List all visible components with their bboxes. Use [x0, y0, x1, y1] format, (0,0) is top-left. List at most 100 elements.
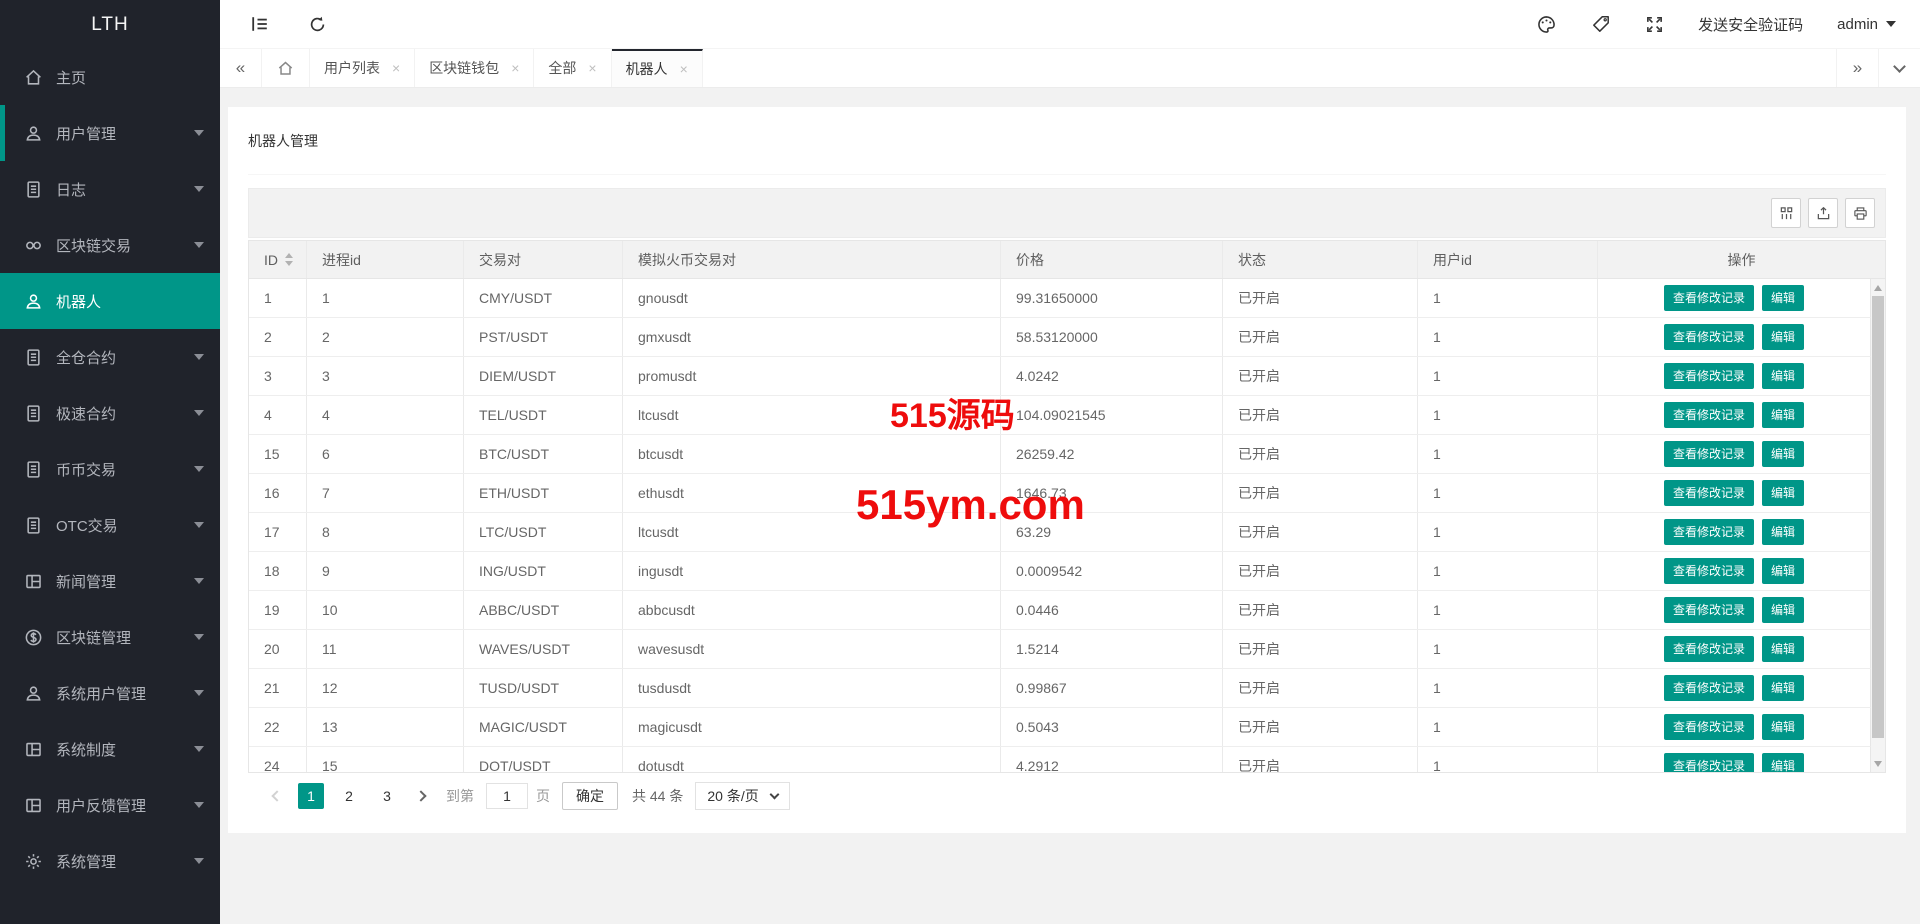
page-size-select[interactable]: 20 条/页: [695, 782, 789, 810]
sidebar-item-系统用户管理[interactable]: 系统用户管理: [0, 665, 220, 721]
sidebar-item-OTC交易[interactable]: OTC交易: [0, 497, 220, 553]
vertical-scrollbar[interactable]: [1871, 279, 1885, 772]
table-row: 2 2 PST/USDT gmxusdt 58.53120000 已开启 1 查…: [249, 318, 1871, 357]
main-column: 发送安全验证码 admin « 用户列表 × 区块链钱包 × 全部 × 机器人 …: [220, 0, 1920, 924]
tab-用户列表[interactable]: 用户列表 ×: [310, 49, 415, 87]
goto-page-input[interactable]: [486, 783, 528, 809]
page-button-2[interactable]: 2: [336, 783, 362, 809]
tabs-scroll-right-button[interactable]: »: [1836, 49, 1878, 87]
tabs-menu-button[interactable]: [1878, 49, 1920, 87]
sidebar-item-区块链管理[interactable]: 区块链管理: [0, 609, 220, 665]
edit-button[interactable]: 编辑: [1762, 441, 1804, 467]
fullscreen-icon[interactable]: [1645, 15, 1664, 34]
edit-button[interactable]: 编辑: [1762, 753, 1804, 772]
sidebar-item-机器人[interactable]: 机器人: [0, 273, 220, 329]
export-icon[interactable]: [1808, 198, 1838, 228]
edit-button[interactable]: 编辑: [1762, 324, 1804, 350]
table-row: 19 10 ABBC/USDT abbcusdt 0.0446 已开启 1 查看…: [249, 591, 1871, 630]
close-tab-icon[interactable]: ×: [511, 61, 519, 75]
palette-icon[interactable]: [1536, 14, 1557, 35]
view-edit-records-button[interactable]: 查看修改记录: [1664, 519, 1754, 545]
edit-button[interactable]: 编辑: [1762, 402, 1804, 428]
sidebar-item-系统管理[interactable]: 系统管理: [0, 833, 220, 889]
view-edit-records-button[interactable]: 查看修改记录: [1664, 753, 1754, 772]
app-root: LTH 主页 用户管理 日志 区块链交易 机器人 全仓合约 极速合约: [0, 0, 1920, 924]
sidebar-item-日志[interactable]: 日志: [0, 161, 220, 217]
tab-区块链钱包[interactable]: 区块链钱包 ×: [415, 49, 534, 87]
user-menu[interactable]: admin: [1837, 16, 1896, 33]
column-header-price: 价格: [1001, 241, 1223, 278]
sidebar-item-币币交易[interactable]: 币币交易: [0, 441, 220, 497]
sidebar-item-新闻管理[interactable]: 新闻管理: [0, 553, 220, 609]
confirm-page-button[interactable]: 确定: [562, 782, 618, 810]
tab-全部[interactable]: 全部 ×: [534, 49, 611, 87]
view-edit-records-button[interactable]: 查看修改记录: [1664, 714, 1754, 740]
home-tab[interactable]: [262, 49, 310, 87]
robots-table: ID 进程id 交易对 模拟火币交易对 价格 状态 用户id 操作 1 1 CM…: [248, 240, 1886, 773]
sidebar-item-全仓合约[interactable]: 全仓合约: [0, 329, 220, 385]
scroll-up-arrow[interactable]: [1871, 280, 1885, 295]
column-header-id[interactable]: ID: [249, 241, 307, 278]
edit-button[interactable]: 编辑: [1762, 636, 1804, 662]
tab-机器人[interactable]: 机器人 ×: [612, 49, 703, 87]
sort-icon[interactable]: [285, 253, 293, 266]
close-tab-icon[interactable]: ×: [588, 61, 596, 75]
chevron-down-icon: [194, 410, 204, 416]
edit-button[interactable]: 编辑: [1762, 285, 1804, 311]
sidebar-item-系统制度[interactable]: 系统制度: [0, 721, 220, 777]
view-edit-records-button[interactable]: 查看修改记录: [1664, 285, 1754, 311]
sidebar-item-用户反馈管理[interactable]: 用户反馈管理: [0, 777, 220, 833]
tag-icon[interactable]: [1591, 14, 1611, 34]
sidebar-item-极速合约[interactable]: 极速合约: [0, 385, 220, 441]
scroll-down-arrow[interactable]: [1871, 756, 1885, 771]
next-page-button[interactable]: [406, 783, 436, 809]
layout-icon: [24, 740, 43, 759]
chevron-down-icon: [194, 466, 204, 472]
chevron-down-icon: [194, 186, 204, 192]
edit-button[interactable]: 编辑: [1762, 480, 1804, 506]
collapse-sidebar-icon[interactable]: [250, 14, 270, 34]
refresh-icon[interactable]: [308, 15, 327, 34]
edit-button[interactable]: 编辑: [1762, 675, 1804, 701]
close-tab-icon[interactable]: ×: [680, 62, 688, 76]
home-icon: [24, 68, 43, 87]
sidebar-item-区块链交易[interactable]: 区块链交易: [0, 217, 220, 273]
table-row: 16 7 ETH/USDT ethusdt 1646.73 已开启 1 查看修改…: [249, 474, 1871, 513]
page-button-1[interactable]: 1: [298, 783, 324, 809]
prev-page-button[interactable]: [262, 783, 292, 809]
print-icon[interactable]: [1845, 198, 1875, 228]
file-icon: [24, 460, 43, 479]
sidebar-item-用户管理[interactable]: 用户管理: [0, 105, 220, 161]
edit-button[interactable]: 编辑: [1762, 363, 1804, 389]
edit-button[interactable]: 编辑: [1762, 519, 1804, 545]
scrollbar-thumb[interactable]: [1872, 296, 1884, 738]
chevron-down-icon: [194, 802, 204, 808]
view-edit-records-button[interactable]: 查看修改记录: [1664, 558, 1754, 584]
view-edit-records-button[interactable]: 查看修改记录: [1664, 597, 1754, 623]
table-toolbar: [248, 188, 1886, 238]
view-edit-records-button[interactable]: 查看修改记录: [1664, 402, 1754, 428]
view-edit-records-button[interactable]: 查看修改记录: [1664, 675, 1754, 701]
chevron-down-icon: [194, 634, 204, 640]
send-security-code-button[interactable]: 发送安全验证码: [1698, 14, 1803, 35]
chevron-down-icon: [194, 690, 204, 696]
top-header: 发送安全验证码 admin: [220, 0, 1920, 49]
table-row: 22 13 MAGIC/USDT magicusdt 0.5043 已开启 1 …: [249, 708, 1871, 747]
chevron-down-icon: [769, 790, 779, 800]
view-edit-records-button[interactable]: 查看修改记录: [1664, 324, 1754, 350]
page-button-3[interactable]: 3: [374, 783, 400, 809]
edit-button[interactable]: 编辑: [1762, 558, 1804, 584]
view-edit-records-button[interactable]: 查看修改记录: [1664, 363, 1754, 389]
close-tab-icon[interactable]: ×: [392, 61, 400, 75]
view-edit-records-button[interactable]: 查看修改记录: [1664, 480, 1754, 506]
sidebar-item-主页[interactable]: 主页: [0, 49, 220, 105]
edit-button[interactable]: 编辑: [1762, 597, 1804, 623]
tabs-scroll-left-button[interactable]: «: [220, 49, 262, 87]
column-header-actions: 操作: [1598, 241, 1885, 278]
view-edit-records-button[interactable]: 查看修改记录: [1664, 441, 1754, 467]
view-edit-records-button[interactable]: 查看修改记录: [1664, 636, 1754, 662]
total-count-label: 共 44 条: [632, 786, 683, 806]
chevron-down-icon: [194, 354, 204, 360]
edit-button[interactable]: 编辑: [1762, 714, 1804, 740]
columns-icon[interactable]: [1771, 198, 1801, 228]
